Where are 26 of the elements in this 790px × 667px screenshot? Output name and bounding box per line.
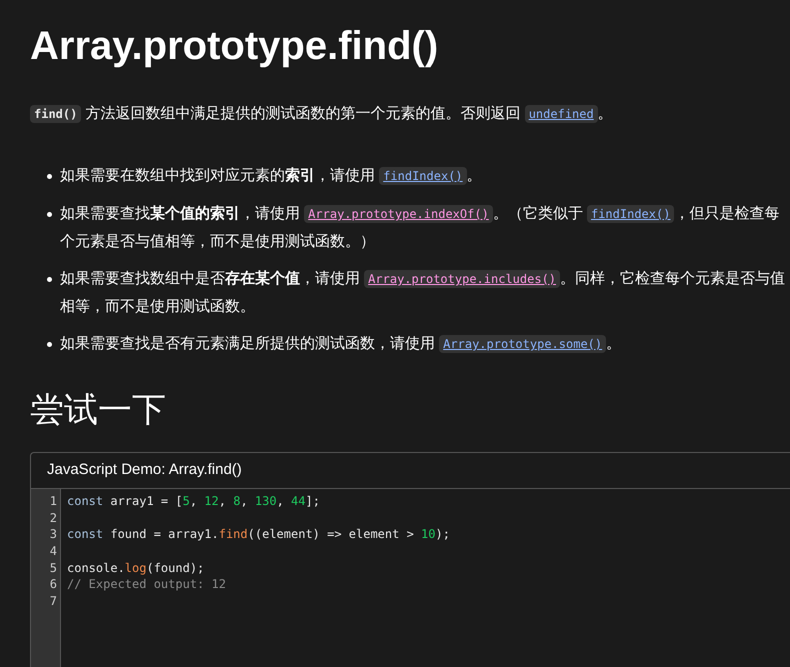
bullet-paragraph: 如果需要在数组中找到对应元素的索引，请使用 findIndex() 。 xyxy=(60,166,483,187)
line-number: 3 xyxy=(50,526,57,544)
code-line: console.log(found); xyxy=(67,560,204,576)
bullet-paragraph: 如果需要查找数组中是否存在某个值，请使用 Array.prototype.includes() 。同样，它检查每个元素是否与值相等，而不是使用测试函数。 xyxy=(60,269,786,317)
line-number: 2 xyxy=(50,510,57,526)
bullet-paragraph: 如果需要查找某个值的索引，请使用 Array.prototype.indexOf() 。（它类似于 findIndex() ，但只是检查每个元素是否与值相等，而不是使用测试函数。） xyxy=(60,204,780,252)
section-heading: 尝试一下 xyxy=(30,390,166,431)
inline-code: find() xyxy=(30,105,82,123)
bullet-paragraph: 如果需要查找是否有元素满足所提供的测试函数，请使用 Array.prototype.some() 。 xyxy=(60,334,622,355)
intro-paragraph: find() 方法返回数组中满足提供的测试函数的第一个元素的值。否则返回 undefined 。 xyxy=(30,103,790,125)
page-title: Array.prototype.find() xyxy=(30,23,438,70)
demo-title: JavaScript Demo: Array.find() xyxy=(47,460,242,480)
line-number: 7 xyxy=(50,593,57,610)
code-link[interactable]: undefined xyxy=(524,105,598,123)
line-number: 4 xyxy=(50,543,57,560)
code-line: const array1 = [5, 12, 8, 130, 44]; xyxy=(67,493,320,510)
code-link[interactable]: Array.prototype.some() xyxy=(439,335,606,353)
line-number: 6 xyxy=(50,576,57,594)
code-line: const found = array1.find((element) => element > 10); xyxy=(67,526,450,544)
code-link[interactable]: findIndex() xyxy=(379,167,467,185)
code-line: // Expected output: 12 xyxy=(67,576,226,594)
code-link[interactable]: Array.prototype.indexOf() xyxy=(304,205,493,223)
code-link[interactable]: findIndex() xyxy=(586,205,674,223)
code-link[interactable]: Array.prototype.includes() xyxy=(364,270,560,288)
line-number: 1 xyxy=(50,493,57,510)
line-number: 5 xyxy=(50,560,57,576)
